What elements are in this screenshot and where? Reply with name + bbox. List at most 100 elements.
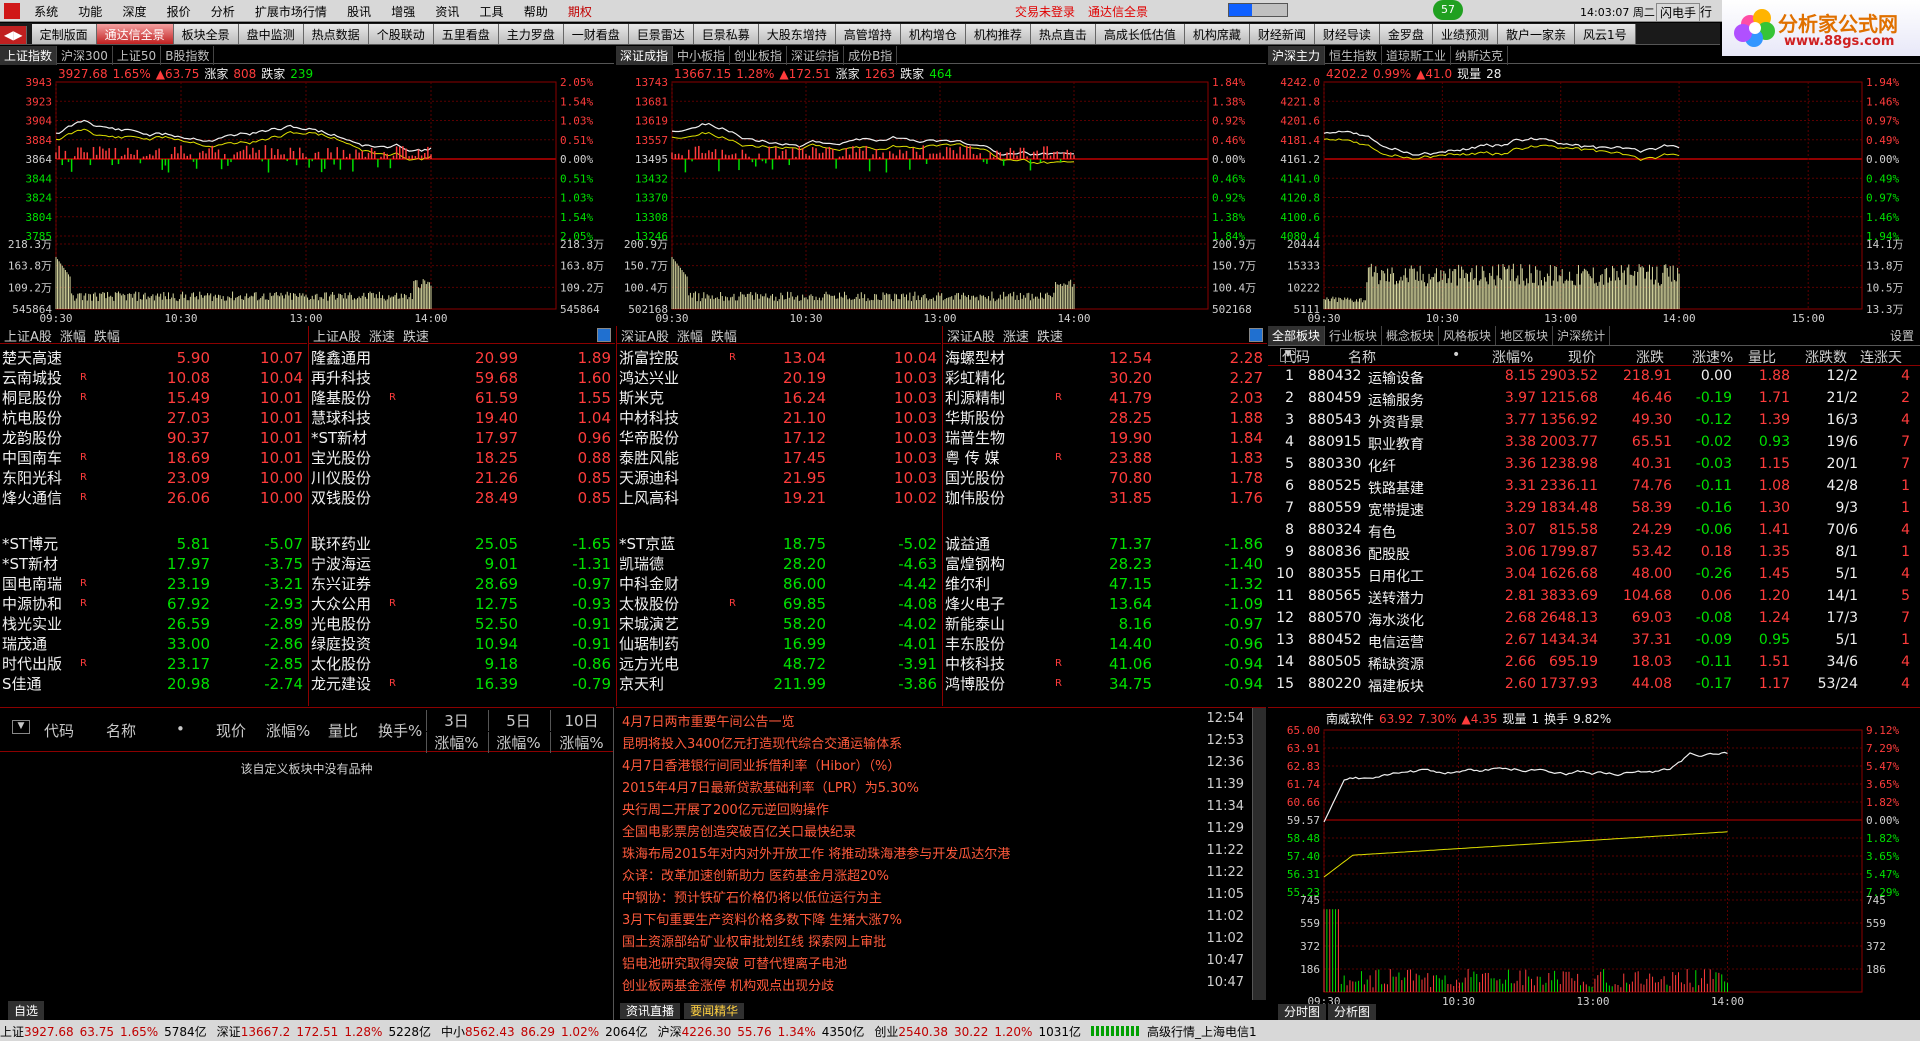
flash-mode-button[interactable]: 闪电手 <box>1656 3 1701 22</box>
news-item[interactable]: 珠海布局2015年对内对外开放工作 将推动珠海港参与开发瓜达尔港 11:22 <box>616 840 1266 862</box>
tab-layout-23[interactable]: 风云1号 <box>1574 24 1636 44</box>
news-item[interactable]: 3月下旬重要生产资料价格多数下降 生猪大涨7% 11:02 <box>616 906 1266 928</box>
status-index[interactable]: 创业2540.38 30.22 1.20% 1031亿 <box>874 1025 1081 1039</box>
rank-row[interactable]: 宝光股份 18.25 0.88 <box>309 448 615 468</box>
rank-row[interactable]: 中源协和 R 67.92 -2.93 <box>0 594 307 614</box>
rank-row[interactable]: 海螺型材 12.54 2.28 <box>943 348 1267 368</box>
rank-row[interactable]: 杭电股份 27.03 10.01 <box>0 408 307 428</box>
status-index[interactable]: 上证3927.68 63.75 1.65% 5784亿 <box>0 1025 207 1039</box>
rank-head-label[interactable]: 跌幅 <box>94 330 120 345</box>
tab-layout-2[interactable]: 板块全景 <box>173 24 239 44</box>
rank-row[interactable]: 京天利 211.99 -3.86 <box>617 674 941 694</box>
menu-help[interactable]: 帮助 <box>516 0 556 22</box>
sector-row[interactable]: 6 880525 铁路基建 3.31 2336.11 74.76 -0.11 1.08 42/8… <box>1268 476 1920 498</box>
rank-row[interactable]: 联环药业 25.05 -1.65 <box>309 534 615 554</box>
rank-row[interactable]: 太化股份 9.18 -0.86 <box>309 654 615 674</box>
tab-watchlist[interactable]: 自选 <box>8 1001 45 1020</box>
chart2-tab-3[interactable]: 深证综指 <box>787 46 845 65</box>
news-title[interactable]: 中钢协：预计铁矿石价格仍将以低位运行为主 <box>622 887 882 906</box>
sector-col-header[interactable]: 量比 <box>1748 347 1776 367</box>
chart3-tab-2[interactable]: 道琼斯工业 <box>1382 46 1452 65</box>
rank-row[interactable]: *ST京蓝 18.75 -5.02 <box>617 534 941 554</box>
rank-row[interactable]: 鸿达兴业 20.19 10.03 <box>617 368 941 388</box>
news-item[interactable]: 央行周二开展了200亿元逆回购操作 11:34 <box>616 796 1266 818</box>
rank-row[interactable]: 上风高科 19.21 10.02 <box>617 488 941 508</box>
rank-head-label[interactable]: 跌幅 <box>711 330 737 345</box>
news-title[interactable]: 全国电影票房创造突破百亿关口最快纪录 <box>622 821 856 840</box>
tab-layout-10[interactable]: 巨景私募 <box>693 24 759 44</box>
rank-head-label[interactable]: 涨速 <box>369 330 395 345</box>
chart1-svg[interactable]: 3943 2.05% 3923 1.54% 3904 1.03% 3884 0.51% 3864… <box>0 64 614 324</box>
tab-layout-8[interactable]: 一财看盘 <box>563 24 629 44</box>
rank-head-label[interactable]: 涨速 <box>1003 330 1029 345</box>
tab-news-highlights[interactable]: 要闻精华 <box>684 1003 745 1019</box>
rank-row[interactable]: 远方光电 48.72 -3.91 <box>617 654 941 674</box>
news-title[interactable]: 2015年4月7日最新贷款基础利率（LPR）为5.30% <box>622 777 919 796</box>
badge-count[interactable]: 57 <box>1433 0 1463 20</box>
menu-options[interactable]: 期权 <box>560 0 600 22</box>
rank-row[interactable]: 新能泰山 8.16 -0.97 <box>943 614 1267 634</box>
rank-row[interactable]: 浙富控股 R 13.04 10.04 <box>617 348 941 368</box>
news-item[interactable]: 中钢协：预计铁矿石价格仍将以低位运行为主 11:05 <box>616 884 1266 906</box>
server-name[interactable]: 高级行情_上海电信1 <box>1147 1025 1257 1039</box>
rank-row[interactable]: 诚益通 71.37 -1.86 <box>943 534 1267 554</box>
tab-layout-12[interactable]: 高管增持 <box>835 24 901 44</box>
tab-layout-11[interactable]: 大股东增持 <box>758 24 836 44</box>
chart1-tab-2[interactable]: 上证50 <box>113 46 162 65</box>
sector-row[interactable]: 7 880559 宽带提速 3.29 1834.48 58.39 -0.16 1.30 9/3 1 <box>1268 498 1920 520</box>
tab-layout-16[interactable]: 高成长低估值 <box>1095 24 1185 44</box>
rank-row[interactable]: 丰东股份 14.40 -0.96 <box>943 634 1267 654</box>
chart3-svg[interactable]: 4242.0 1.94% 4221.8 1.46% 4201.6 0.97% 4181.4 0… <box>1268 64 1920 324</box>
rank-row[interactable]: 天源迪科 21.95 10.03 <box>617 468 941 488</box>
rank-row[interactable]: *ST博元 5.81 -5.07 <box>0 534 307 554</box>
rank-row[interactable]: 东阳光科 R 23.09 10.00 <box>0 468 307 488</box>
rank-row[interactable]: 国光股份 70.80 1.78 <box>943 468 1267 488</box>
rank-row[interactable]: 宋城演艺 58.20 -4.02 <box>617 614 941 634</box>
rank-row[interactable]: 利源精制 R 41.79 2.03 <box>943 388 1267 408</box>
mini-tab-1[interactable]: 分析图 <box>1328 1004 1377 1020</box>
rank-row[interactable]: 华帝股份 17.12 10.03 <box>617 428 941 448</box>
tab-layout-15[interactable]: 热点直击 <box>1030 24 1096 44</box>
menu-stock-news[interactable]: 股讯 <box>339 0 379 22</box>
status-index[interactable]: 深证13667.2 172.51 1.28% 5228亿 <box>217 1025 431 1039</box>
chart1-tab-1[interactable]: 沪深300 <box>57 46 113 65</box>
news-item[interactable]: 全国电影票房创造突破百亿关口最快纪录 11:29 <box>616 818 1266 840</box>
rank-head-label[interactable]: 上证A股 <box>4 330 52 345</box>
tab-layout-4[interactable]: 热点数据 <box>303 24 369 44</box>
news-item[interactable]: 铝电池研究取得突破 可替代锂离子电池 10:47 <box>616 950 1266 972</box>
rank-row[interactable]: 仙琚制药 16.99 -4.01 <box>617 634 941 654</box>
rank-head-label[interactable]: 跌速 <box>403 330 429 345</box>
news-title[interactable]: 4月7日两市重要午间公告一览 <box>622 711 795 730</box>
tab-layout-17[interactable]: 机构席藏 <box>1184 24 1250 44</box>
sector-col-header[interactable]: 连涨天 <box>1860 347 1902 367</box>
news-title[interactable]: 央行周二开展了200亿元逆回购操作 <box>622 799 829 818</box>
sector-row[interactable]: 12 880570 海水淡化 2.68 2648.13 69.03 -0.08 1.24 17/… <box>1268 608 1920 630</box>
rank-row[interactable]: 绿庭投资 10.94 -0.91 <box>309 634 615 654</box>
tab-stats[interactable]: 沪深统计 <box>1553 326 1611 345</box>
menu-tools[interactable]: 工具 <box>472 0 512 22</box>
tab-layout-20[interactable]: 金罗盘 <box>1379 24 1433 44</box>
rank-head-label[interactable]: 深证A股 <box>621 330 669 345</box>
tab-layout-21[interactable]: 业绩预测 <box>1432 24 1498 44</box>
rank-head-label[interactable]: 深证A股 <box>947 330 995 345</box>
rank-row[interactable]: 光电股份 52.50 -0.91 <box>309 614 615 634</box>
col-price[interactable]: 现价 <box>216 720 246 741</box>
rank-row[interactable]: 中材科技 21.10 10.03 <box>617 408 941 428</box>
status-index[interactable]: 中小8562.43 86.29 1.02% 2064亿 <box>441 1025 648 1039</box>
settings-link[interactable]: 设置 <box>1890 327 1914 344</box>
chart2-tab-1[interactable]: 中小板指 <box>673 46 731 65</box>
col-code[interactable]: 代码 <box>44 720 74 741</box>
tab-layout-13[interactable]: 机构增仓 <box>900 24 966 44</box>
menu-system[interactable]: 系统 <box>26 0 66 22</box>
news-item[interactable]: 2015年4月7日最新贷款基础利率（LPR）为5.30% 11:39 <box>616 774 1266 796</box>
rank-row[interactable]: 栈光实业 26.59 -2.89 <box>0 614 307 634</box>
col-turnover[interactable]: 换手% <box>378 720 422 741</box>
news-title[interactable]: 4月7日香港银行间同业拆借利率（Hibor）（%） <box>622 755 900 774</box>
rank-row[interactable]: 斯米克 16.24 10.03 <box>617 388 941 408</box>
tab-layout-14[interactable]: 机构推荐 <box>965 24 1031 44</box>
rank-row[interactable]: 瑞普生物 19.90 1.84 <box>943 428 1267 448</box>
tab-all-sectors[interactable]: 全部板块 <box>1268 326 1326 345</box>
rank-row[interactable]: 楚天高速 5.90 10.07 <box>0 348 307 368</box>
rank-row[interactable]: 隆鑫通用 20.99 1.89 <box>309 348 615 368</box>
chart1-tab-3[interactable]: B股指数 <box>161 46 215 65</box>
